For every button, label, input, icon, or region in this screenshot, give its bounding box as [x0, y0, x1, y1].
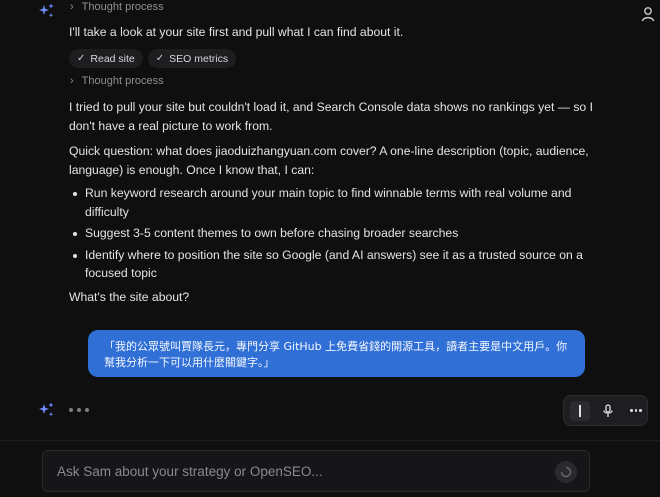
- thought-process-toggle[interactable]: › Thought process: [70, 75, 164, 87]
- user-account-icon[interactable]: [640, 6, 656, 22]
- assistant-sparkle-icon: [36, 399, 58, 421]
- list-item: Identify where to position the site so G…: [69, 246, 594, 283]
- tool-chip-read-site[interactable]: ✓ Read site: [69, 49, 143, 68]
- user-message-text: 「我的公眾號叫賈隊長元，專門分享 GitHub 上免費省錢的開源工具，讀者主要是…: [104, 340, 568, 369]
- send-spinner-icon[interactable]: [555, 461, 577, 483]
- thought-process-toggle[interactable]: › Thought process: [70, 1, 164, 13]
- check-icon: ✓: [77, 53, 86, 64]
- composer-box: [42, 450, 590, 492]
- floating-toolbar: [563, 395, 648, 426]
- more-options-icon[interactable]: [626, 401, 646, 421]
- assistant-message: I tried to pull your site but couldn't l…: [69, 98, 594, 306]
- tool-chip-label: SEO metrics: [169, 52, 229, 65]
- message-paragraph: Quick question: what does jiaoduizhangyu…: [69, 144, 589, 177]
- text-cursor-icon[interactable]: [570, 400, 590, 421]
- message-paragraph: I tried to pull your site but couldn't l…: [69, 100, 593, 133]
- tool-chip-label: Read site: [90, 52, 135, 65]
- typing-indicator: [69, 408, 89, 412]
- list-item: Suggest 3-5 content themes to own before…: [69, 224, 594, 243]
- chevron-right-icon: ›: [70, 75, 74, 87]
- list-item: Run keyword research around your main to…: [69, 184, 594, 221]
- suggestion-list: Run keyword research around your main to…: [69, 184, 594, 283]
- microphone-icon[interactable]: [598, 401, 618, 421]
- assistant-intro-text: I'll take a look at your site first and …: [69, 25, 404, 39]
- thought-process-label: Thought process: [81, 75, 164, 87]
- chevron-right-icon: ›: [70, 1, 74, 13]
- user-message-bubble: 「我的公眾號叫賈隊長元，專門分享 GitHub 上免費省錢的開源工具，讀者主要是…: [88, 330, 585, 377]
- tool-chips: ✓ Read site ✓ SEO metrics: [69, 49, 237, 68]
- composer-divider: [0, 440, 660, 441]
- chat-input[interactable]: [57, 463, 537, 479]
- message-closing: What's the site about?: [69, 289, 190, 304]
- thought-process-label: Thought process: [81, 1, 164, 13]
- check-icon: ✓: [155, 53, 165, 64]
- tool-chip-seo-metrics[interactable]: ✓ SEO metrics: [147, 49, 237, 68]
- assistant-sparkle-icon: [36, 0, 58, 22]
